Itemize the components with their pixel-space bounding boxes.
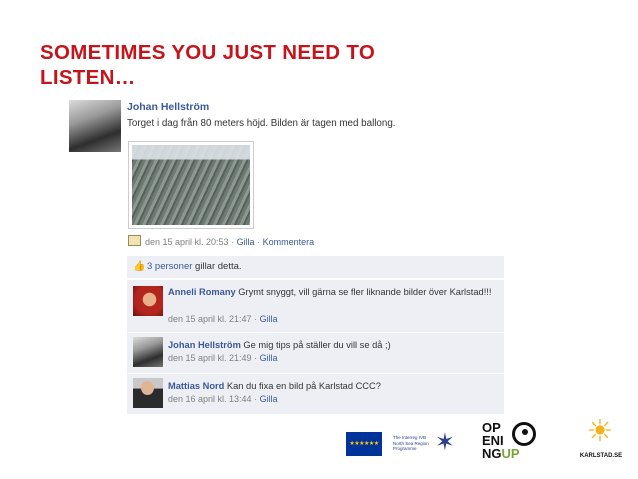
comment-like-link[interactable]: Gilla <box>260 353 278 363</box>
comment-author[interactable]: Anneli Romany <box>168 287 236 297</box>
post-text: Torget i dag från 80 meters höjd. Bilden… <box>127 118 396 129</box>
likes-suffix: gillar detta. <box>192 261 242 272</box>
lens-icon <box>512 422 536 446</box>
post-meta: den 15 april kl. 20:53 · Gilla · Komment… <box>128 235 314 247</box>
karlstad-logo: ☀ KARLSTAD.SE <box>571 417 631 465</box>
comment-text: Grymt snyggt, vill gärna se fler liknand… <box>235 287 492 297</box>
photo-icon <box>128 235 141 246</box>
comment-date: den 15 april kl. 21:47 <box>168 314 252 324</box>
comment-item: Anneli Romany Grymt snyggt, vill gärna s… <box>127 279 504 332</box>
comment-author[interactable]: Johan Hellström <box>168 340 241 350</box>
separator: · <box>254 237 263 247</box>
post-author-avatar[interactable] <box>69 100 121 152</box>
eu-flag-logo: ★★★★★★ <box>346 432 382 456</box>
post-date: den 15 april kl. 20:53 <box>145 237 229 247</box>
comment-like-link[interactable]: Gilla <box>260 314 278 324</box>
separator: · <box>251 353 260 363</box>
likers-link[interactable]: 3 personer <box>147 261 192 272</box>
like-link[interactable]: Gilla <box>237 237 255 247</box>
likes-summary: 👍 3 personer gillar detta. <box>127 256 504 278</box>
separator: · <box>251 314 260 324</box>
comment-avatar[interactable] <box>133 378 163 408</box>
opening-line-3a: NG <box>482 446 502 461</box>
post-photo[interactable] <box>128 141 254 229</box>
comment-date: den 15 april kl. 21:49 <box>168 353 252 363</box>
comment-item: Johan Hellström Ge mig tips på ställer d… <box>127 332 504 373</box>
opening-line-3b: UP <box>501 446 520 461</box>
comment-date: den 16 april kl. 13:44 <box>168 394 252 404</box>
post-author-name[interactable]: Johan Hellström <box>127 101 209 113</box>
comment-text: Ge mig tips på ställer du vill se då ;) <box>240 340 391 350</box>
slide-title-line-1: SOMETIMES YOU JUST NEED TO <box>40 41 376 64</box>
comment-avatar[interactable] <box>133 286 163 316</box>
comment-link[interactable]: Kommentera <box>263 237 315 247</box>
interreg-text: The Interreg IVB North Sea Region Progra… <box>393 435 429 451</box>
karlstad-label: KARLSTAD.SE <box>579 453 623 459</box>
opening-up-logo: OP ENI NGUP <box>482 418 538 464</box>
comment-author[interactable]: Mattias Nord <box>168 381 224 391</box>
interreg-logo: The Interreg IVB North Sea Region Progra… <box>393 430 455 458</box>
sun-icon: ☀ <box>586 415 614 448</box>
separator: · <box>251 394 260 404</box>
comment-like-link[interactable]: Gilla <box>260 394 278 404</box>
slide-title-line-2: LISTEN… <box>40 66 136 89</box>
thumbs-up-icon: 👍 <box>133 261 146 272</box>
comment-item: Mattias Nord Kan du fixa en bild på Karl… <box>127 373 504 414</box>
aerial-town-square-image <box>132 145 250 225</box>
eu-stars-icon: ★★★★★★ <box>349 441 379 447</box>
separator: · <box>228 237 237 247</box>
comment-text: Kan du fixa en bild på Karlstad CCC? <box>224 381 381 391</box>
star-icon: ✶ <box>434 429 455 456</box>
slide-title: SOMETIMES YOU JUST NEED TO LISTEN… <box>40 40 480 90</box>
comment-avatar[interactable] <box>133 337 163 367</box>
